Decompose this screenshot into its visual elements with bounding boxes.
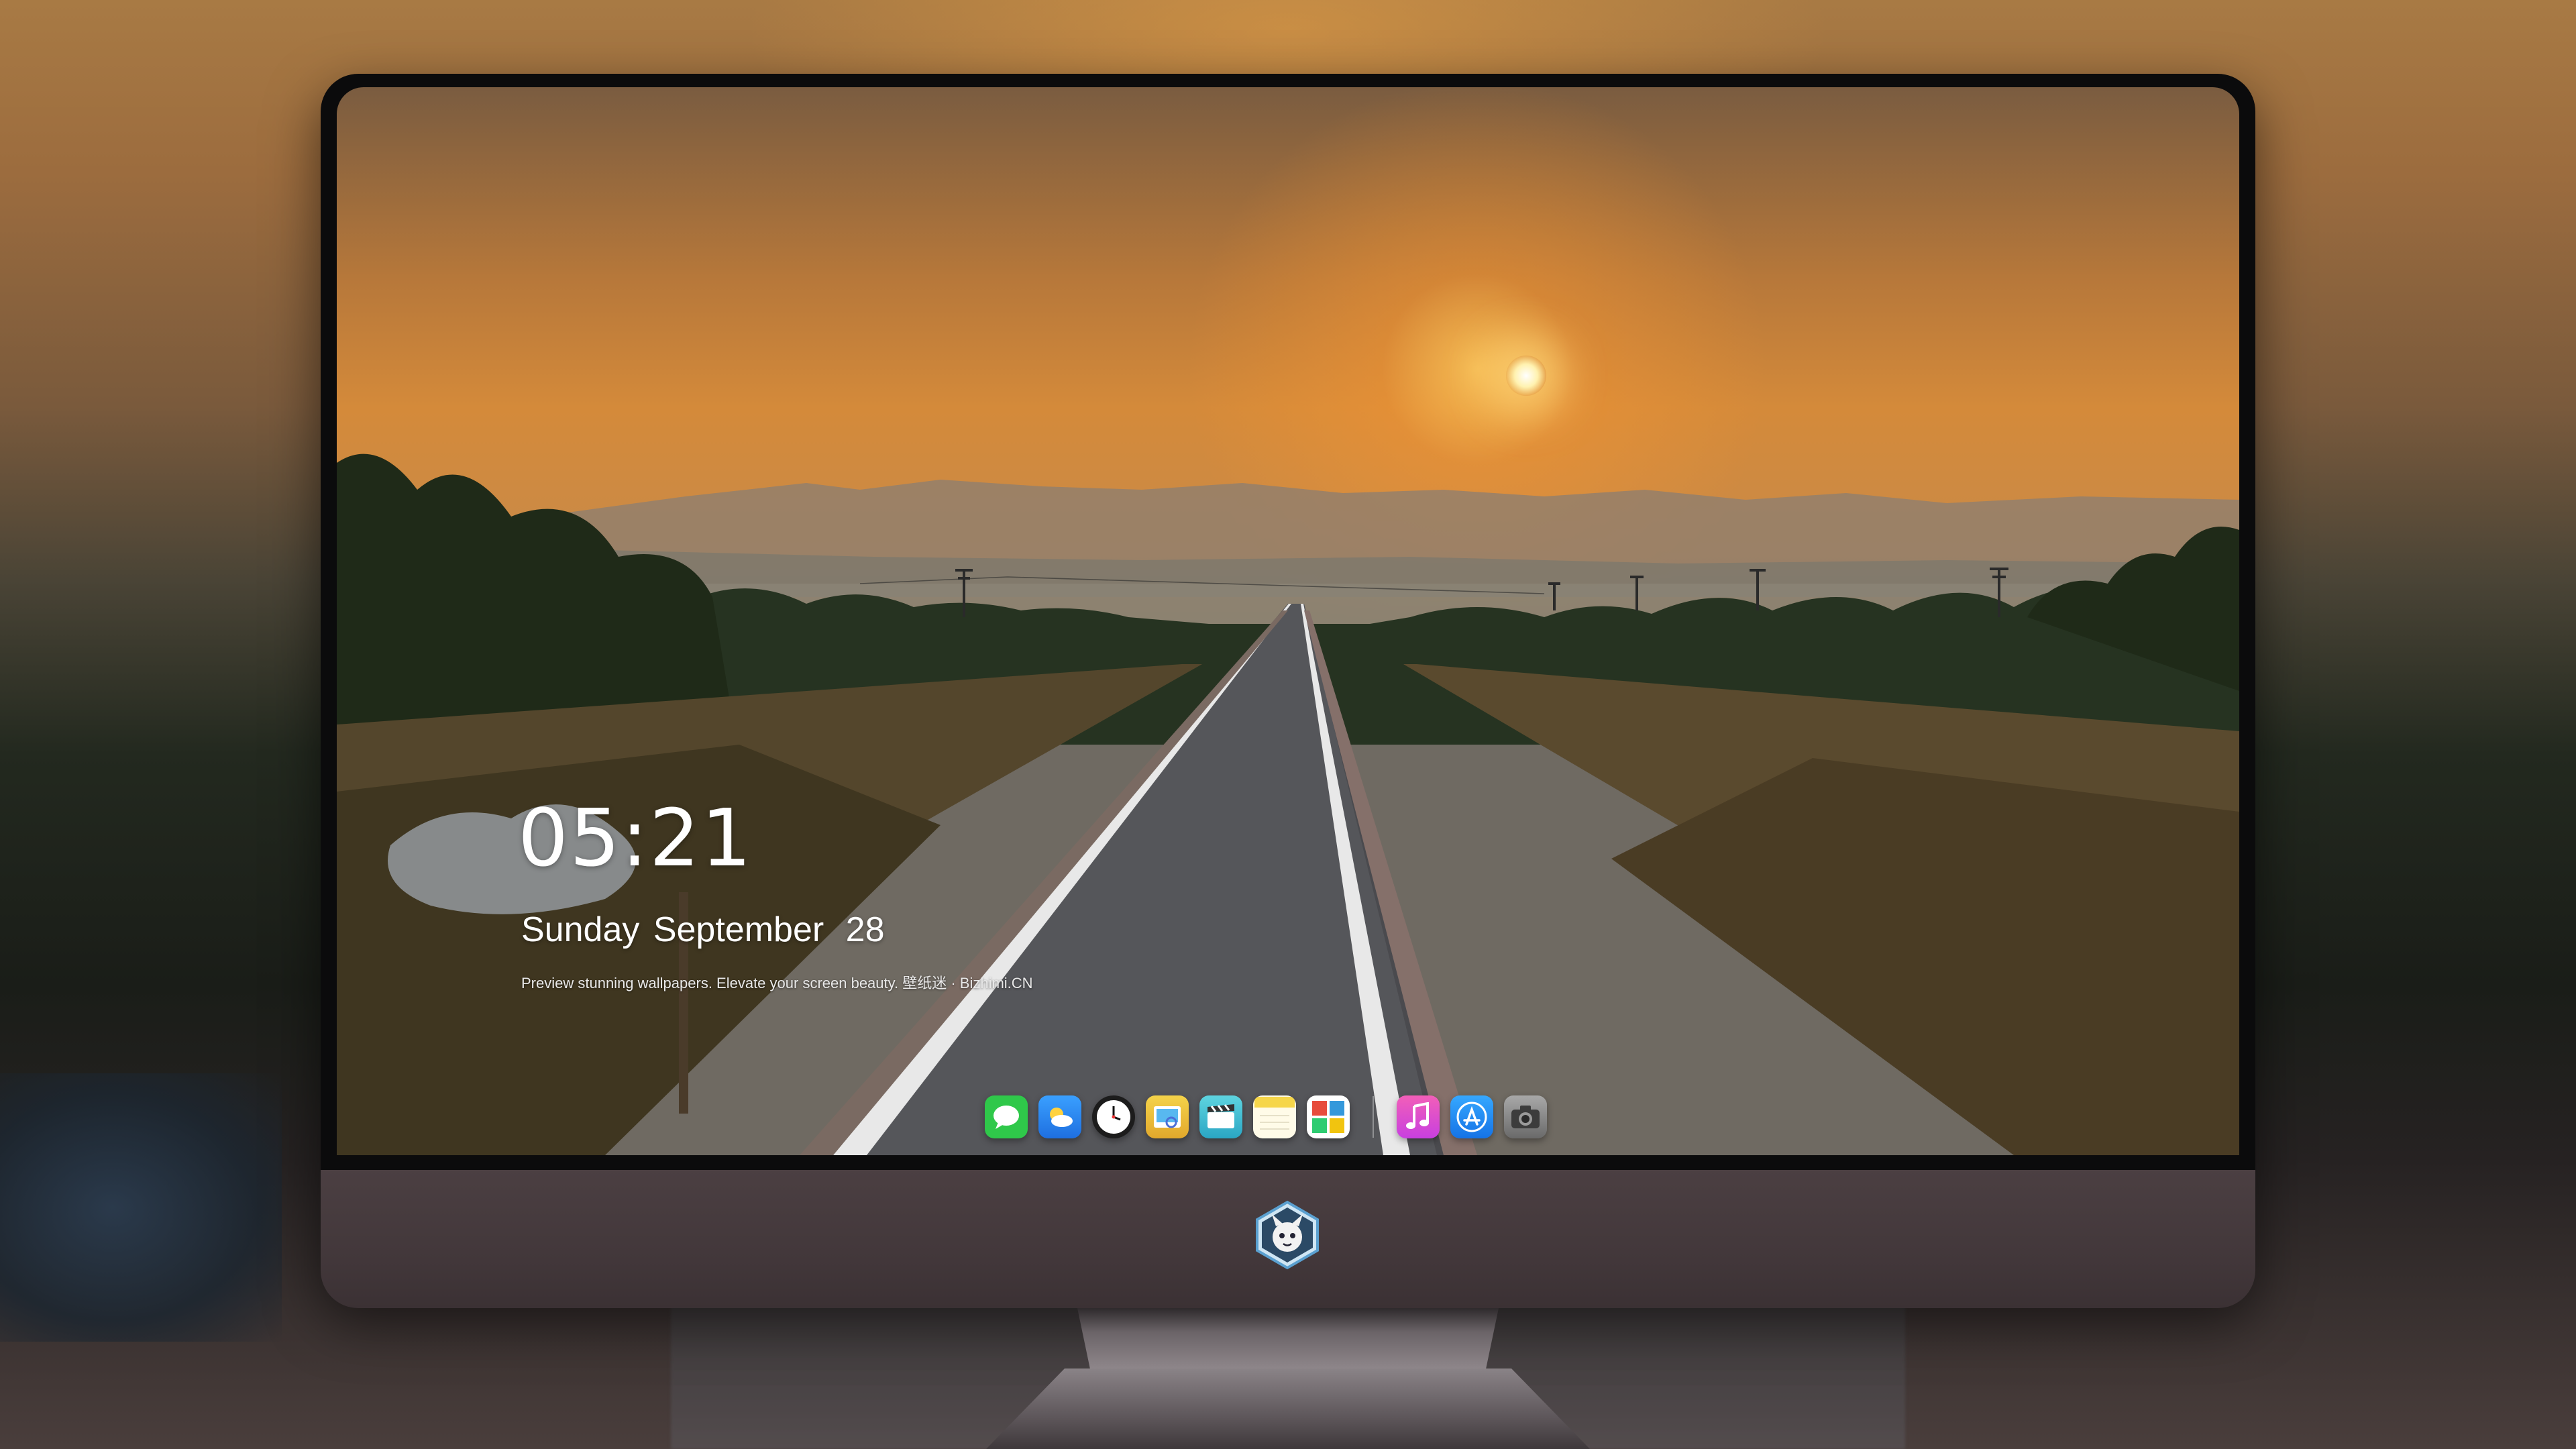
- weekday-label: Sunday: [521, 910, 640, 949]
- sun: [1506, 356, 1546, 396]
- monitor-stand-base: [986, 1368, 1590, 1449]
- desktop-screen[interactable]: 05:21 Sunday September 28 Preview stunni…: [337, 87, 2239, 1155]
- messages-icon[interactable]: [985, 1095, 1028, 1138]
- clock-icon[interactable]: [1092, 1095, 1135, 1138]
- wallpaper-tagline: Preview stunning wallpapers. Elevate you…: [521, 975, 1033, 991]
- monitor-bottom-bezel: [321, 1155, 2255, 1171]
- weather-icon[interactable]: [1038, 1095, 1081, 1138]
- photo-booth-icon[interactable]: [1307, 1095, 1350, 1138]
- mascot-logo-icon: [1252, 1199, 1323, 1271]
- day-number: 28: [845, 910, 885, 949]
- lockscreen-time: 05:21: [518, 792, 753, 884]
- lockscreen-date: Sunday September 28: [521, 910, 885, 950]
- month-label: September: [653, 910, 824, 949]
- background-blur-shape: [0, 1073, 282, 1342]
- monitor-stand-neck: [1077, 1308, 1499, 1368]
- wallpaper-landscape: [337, 453, 2239, 1155]
- camera-icon[interactable]: [1504, 1095, 1547, 1138]
- notes-icon[interactable]: [1253, 1095, 1296, 1138]
- dock: [969, 1080, 1598, 1154]
- app-store-icon[interactable]: [1450, 1095, 1493, 1138]
- preview-icon[interactable]: [1146, 1095, 1189, 1138]
- dock-separator: [1373, 1096, 1374, 1138]
- clips-icon[interactable]: [1199, 1095, 1242, 1138]
- music-icon[interactable]: [1397, 1095, 1440, 1138]
